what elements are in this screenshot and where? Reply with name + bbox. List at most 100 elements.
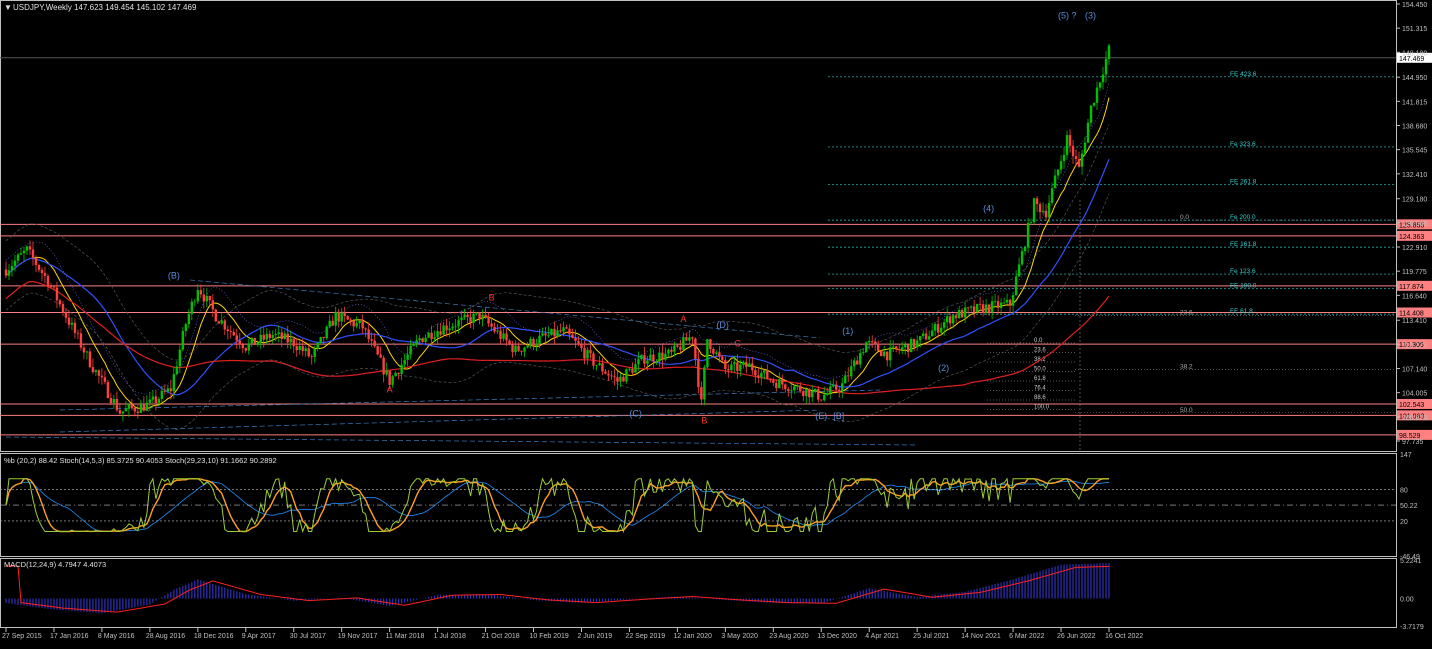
candle-body <box>442 325 445 335</box>
candle-body <box>805 389 808 397</box>
candle-body <box>466 314 469 317</box>
candle-body <box>223 320 227 330</box>
candle-body <box>520 350 523 352</box>
candle-body <box>727 369 730 371</box>
candle-body <box>52 286 56 288</box>
candle-body <box>322 336 325 339</box>
candle-body <box>271 335 274 339</box>
candle-body <box>930 330 934 337</box>
candle-body <box>16 254 20 261</box>
candle-body <box>634 364 637 373</box>
candle-body <box>400 364 403 375</box>
candle-body <box>586 349 589 359</box>
candle-body <box>505 333 508 341</box>
chart-canvas[interactable]: 125.855124.363117.874114.408110.305102.5… <box>0 0 1432 644</box>
fib-extension-label: FE 100.0 <box>1230 283 1257 290</box>
candle-body <box>259 334 262 343</box>
candle-body <box>70 322 74 325</box>
candle-body <box>963 307 967 318</box>
time-tick-label: 13 Dec 2020 <box>817 633 857 640</box>
candle-body <box>981 304 985 313</box>
candle-body <box>385 370 388 375</box>
time-tick-label: 12 Jan 2020 <box>673 633 712 640</box>
candle-body <box>859 353 862 365</box>
wave-label: B <box>701 416 707 426</box>
candle-body <box>130 404 134 409</box>
candle-body <box>490 323 493 327</box>
price-level-label: 117.874 <box>1399 284 1424 291</box>
candle-body <box>142 403 146 411</box>
dropdown-arrow-icon[interactable]: ▼ <box>4 3 12 12</box>
candle-body <box>984 304 988 313</box>
candle-body <box>924 333 928 340</box>
candle-body <box>1074 156 1078 160</box>
candle-body <box>187 313 191 325</box>
candle-body <box>972 306 976 312</box>
price-level-label: 102.543 <box>1399 402 1424 409</box>
macd-histogram <box>5 563 1110 614</box>
fib-ladder-label: 76.4 <box>1034 386 1046 392</box>
candle-body <box>544 333 547 336</box>
candle-body <box>939 327 943 333</box>
fib-retracement-label: 38.2 <box>1180 364 1193 371</box>
candle-body <box>814 388 817 392</box>
candle-body <box>817 388 820 400</box>
candle-body <box>685 337 688 341</box>
candle-body <box>382 357 385 375</box>
candle-body <box>436 331 439 338</box>
candle-body <box>580 344 583 348</box>
candle-body <box>202 294 206 302</box>
candle-body <box>871 340 874 342</box>
price-tick-label: 119.775 <box>1402 269 1427 276</box>
candle-body <box>724 360 727 370</box>
candle-body <box>4 269 8 276</box>
candle-body <box>157 398 161 403</box>
candle-body <box>601 363 604 372</box>
candle-body <box>358 320 361 324</box>
macd-tick-label: -3.7179 <box>1400 624 1424 631</box>
chart-window[interactable]: 125.855 124.363 117.874 114.408 110.305 102.5… <box>0 0 1432 644</box>
candle-body <box>364 328 367 330</box>
candle-body <box>918 336 922 341</box>
candle-body <box>523 347 526 352</box>
candle-body <box>1095 87 1099 103</box>
candle-body <box>1080 153 1084 167</box>
candle-body <box>430 332 433 340</box>
candle-body <box>751 363 754 371</box>
fib-ladder-label: 50.0 <box>1034 367 1046 373</box>
candle-body <box>472 313 475 323</box>
candle-body <box>184 324 188 331</box>
candle-body <box>67 317 71 325</box>
candle-body <box>933 324 937 331</box>
price-tick-label: 110.275 <box>1402 342 1427 349</box>
candle-body <box>891 346 895 348</box>
candle-body <box>154 396 158 403</box>
candle-body <box>94 370 98 373</box>
candle-body <box>283 333 286 340</box>
price-tick-label: 97.735 <box>1402 439 1424 446</box>
candle-body <box>556 330 559 337</box>
candle-body <box>415 340 418 344</box>
macd-tick-label: 0.00 <box>1400 597 1414 604</box>
fib-extension-label: Fe 323.6 <box>1230 141 1256 148</box>
candle-body <box>742 361 745 365</box>
candle-body <box>999 302 1003 308</box>
candle-body <box>793 386 796 391</box>
fib-ladder-label: 0.0 <box>1034 338 1043 344</box>
candle-body <box>829 386 832 394</box>
macd-tick-label: 5.2241 <box>1400 558 1422 565</box>
candle-body <box>172 374 176 392</box>
candle-body <box>706 339 709 368</box>
candle-body <box>1104 58 1108 75</box>
time-tick-label: 19 Nov 2017 <box>338 633 378 640</box>
candle-body <box>178 349 182 367</box>
candle-body <box>55 287 59 301</box>
candle-body <box>502 333 505 339</box>
candle-body <box>1071 145 1075 157</box>
candle-body <box>954 315 958 319</box>
candle-body <box>1050 188 1054 203</box>
candle-body <box>145 402 149 411</box>
candle-body <box>433 337 436 340</box>
wave-label: (4) <box>983 204 994 214</box>
candle-body <box>46 275 50 287</box>
